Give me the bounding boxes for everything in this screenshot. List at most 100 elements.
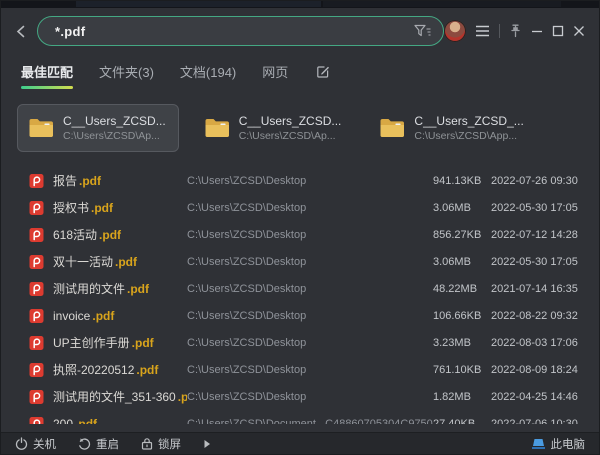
folder-card-title: C__Users_ZCSD... xyxy=(63,113,166,129)
result-tabs: 最佳匹配 文件夹(3) 文档(194) 网页 xyxy=(1,58,599,90)
match-highlight: .pdf xyxy=(79,174,101,188)
file-path: C:\Users\ZCSD\Desktop xyxy=(187,337,433,349)
file-row[interactable]: invoice.pdf C:\Users\ZCSD\Desktop 106.66… xyxy=(1,302,599,329)
file-date: 2022-05-30 17:05 xyxy=(491,256,585,268)
match-highlight: .pdf xyxy=(132,336,154,350)
close-button[interactable] xyxy=(573,25,585,37)
file-name: UP主创作手册.pdf xyxy=(53,334,187,351)
file-name: 测试用的文件_351-360.pdf xyxy=(53,388,187,405)
file-size: 48.22MB xyxy=(433,283,491,295)
pin-button[interactable] xyxy=(509,24,522,38)
file-path: C:\Users\ZCSD\Desktop xyxy=(187,364,433,376)
match-highlight: .pdf xyxy=(136,363,158,377)
file-name: 200.pdf xyxy=(53,417,187,425)
file-date: 2022-08-03 17:06 xyxy=(491,337,585,349)
folder-card[interactable]: C__Users_ZCSD... C:\Users\ZCSD\Ap... xyxy=(193,104,355,152)
file-name: 报告.pdf xyxy=(53,172,187,189)
tab-folders[interactable]: 文件夹(3) xyxy=(99,62,154,87)
file-row[interactable]: UP主创作手册.pdf C:\Users\ZCSD\Desktop 3.23MB… xyxy=(1,329,599,356)
pdf-file-icon xyxy=(29,389,53,405)
tab-documents[interactable]: 文档(194) xyxy=(180,62,236,87)
tab-best-match[interactable]: 最佳匹配 xyxy=(21,62,73,87)
folder-card-path: C:\Users\ZCSD\Ap... xyxy=(239,129,342,143)
computer-icon xyxy=(531,438,546,450)
match-highlight: .pdf xyxy=(178,390,187,404)
user-avatar[interactable] xyxy=(444,20,466,42)
folder-card-title: C__Users_ZCSD_... xyxy=(414,113,523,129)
file-size: 3.23MB xyxy=(433,337,491,349)
pdf-file-icon xyxy=(29,335,53,351)
folder-card-path: C:\Users\ZCSD\Ap... xyxy=(63,129,166,143)
maximize-button[interactable] xyxy=(552,25,564,37)
pdf-file-icon xyxy=(29,227,53,243)
pdf-file-icon xyxy=(29,308,53,324)
back-button[interactable] xyxy=(13,20,29,42)
file-date: 2022-07-06 10:30 xyxy=(491,418,585,425)
search-input[interactable]: *.pdf xyxy=(55,24,414,39)
restart-icon xyxy=(78,437,91,450)
pdf-file-icon xyxy=(29,173,53,189)
match-highlight: .pdf xyxy=(99,228,121,242)
lock-screen-button[interactable]: 锁屏 xyxy=(141,436,181,452)
file-path: C:\Users\ZCSD\Desktop xyxy=(187,283,433,295)
pdf-file-icon xyxy=(29,416,53,425)
pdf-file-icon xyxy=(29,281,53,297)
file-date: 2022-08-22 09:32 xyxy=(491,310,585,322)
match-highlight: .pdf xyxy=(127,282,149,296)
expand-actions-button[interactable] xyxy=(203,439,211,449)
filter-icon[interactable] xyxy=(414,24,431,38)
folder-card[interactable]: C__Users_ZCSD... C:\Users\ZCSD\Ap... xyxy=(17,104,179,152)
folder-icon xyxy=(28,117,54,139)
minimize-icon xyxy=(531,25,543,37)
shutdown-button[interactable]: 关机 xyxy=(15,436,56,452)
file-row[interactable]: 618活动.pdf C:\Users\ZCSD\Desktop 856.27KB… xyxy=(1,221,599,248)
file-name: invoice.pdf xyxy=(53,309,187,323)
file-row[interactable]: 测试用的文件_351-360.pdf C:\Users\ZCSD\Desktop… xyxy=(1,383,599,410)
compose-icon xyxy=(316,65,330,79)
restart-button[interactable]: 重启 xyxy=(78,436,119,452)
folder-card-title: C__Users_ZCSD... xyxy=(239,113,342,129)
file-path: C:\Users\ZCSD\Desktop xyxy=(187,202,433,214)
lock-icon xyxy=(141,437,153,450)
file-size: 3.06MB xyxy=(433,256,491,268)
this-pc-button[interactable]: 此电脑 xyxy=(531,436,586,452)
edit-tabs-button[interactable] xyxy=(316,65,330,83)
file-name: 618活动.pdf xyxy=(53,226,187,243)
match-highlight: .pdf xyxy=(91,201,113,215)
chevron-left-icon xyxy=(15,25,28,38)
file-row[interactable]: 双十一活动.pdf C:\Users\ZCSD\Desktop 3.06MB 2… xyxy=(1,248,599,275)
file-row[interactable]: 授权书.pdf C:\Users\ZCSD\Desktop 3.06MB 202… xyxy=(1,194,599,221)
file-row[interactable]: 200.pdf C:\Users\ZCSD\Document...C488607… xyxy=(1,410,599,424)
file-row[interactable]: 执照-20220512.pdf C:\Users\ZCSD\Desktop 76… xyxy=(1,356,599,383)
match-highlight: .pdf xyxy=(75,417,97,425)
folder-icon xyxy=(379,117,405,139)
hamburger-icon xyxy=(475,25,490,37)
menu-button[interactable] xyxy=(475,25,490,37)
file-size: 761.10KB xyxy=(433,364,491,376)
background-window-segment xyxy=(76,1,321,7)
background-window-strip xyxy=(1,1,599,8)
search-input-container[interactable]: *.pdf xyxy=(37,16,444,46)
file-size: 1.82MB xyxy=(433,391,491,403)
file-size: 3.06MB xyxy=(433,202,491,214)
file-name: 执照-20220512.pdf xyxy=(53,361,187,378)
close-icon xyxy=(573,25,585,37)
minimize-button[interactable] xyxy=(531,25,543,37)
file-row[interactable]: 报告.pdf C:\Users\ZCSD\Desktop 941.13KB 20… xyxy=(1,167,599,194)
file-size: 941.13KB xyxy=(433,175,491,187)
file-name: 双十一活动.pdf xyxy=(53,253,187,270)
file-size: 856.27KB xyxy=(433,229,491,241)
file-path: C:\Users\ZCSD\Desktop xyxy=(187,229,433,241)
folder-card[interactable]: C__Users_ZCSD_... C:\Users\ZCSD\App... xyxy=(368,104,536,152)
file-size: 106.66KB xyxy=(433,310,491,322)
file-path: C:\Users\ZCSD\Document...C48860705304C97… xyxy=(187,418,433,425)
match-highlight: .pdf xyxy=(92,309,114,323)
folder-card-path: C:\Users\ZCSD\App... xyxy=(414,129,523,143)
file-name: 测试用的文件.pdf xyxy=(53,280,187,297)
maximize-icon xyxy=(552,25,564,37)
folder-card-list: C__Users_ZCSD... C:\Users\ZCSD\Ap... C__… xyxy=(1,104,599,152)
tab-web[interactable]: 网页 xyxy=(262,62,288,87)
file-date: 2022-05-30 17:05 xyxy=(491,202,585,214)
file-row[interactable]: 测试用的文件.pdf C:\Users\ZCSD\Desktop 48.22MB… xyxy=(1,275,599,302)
file-date: 2022-08-09 18:24 xyxy=(491,364,585,376)
